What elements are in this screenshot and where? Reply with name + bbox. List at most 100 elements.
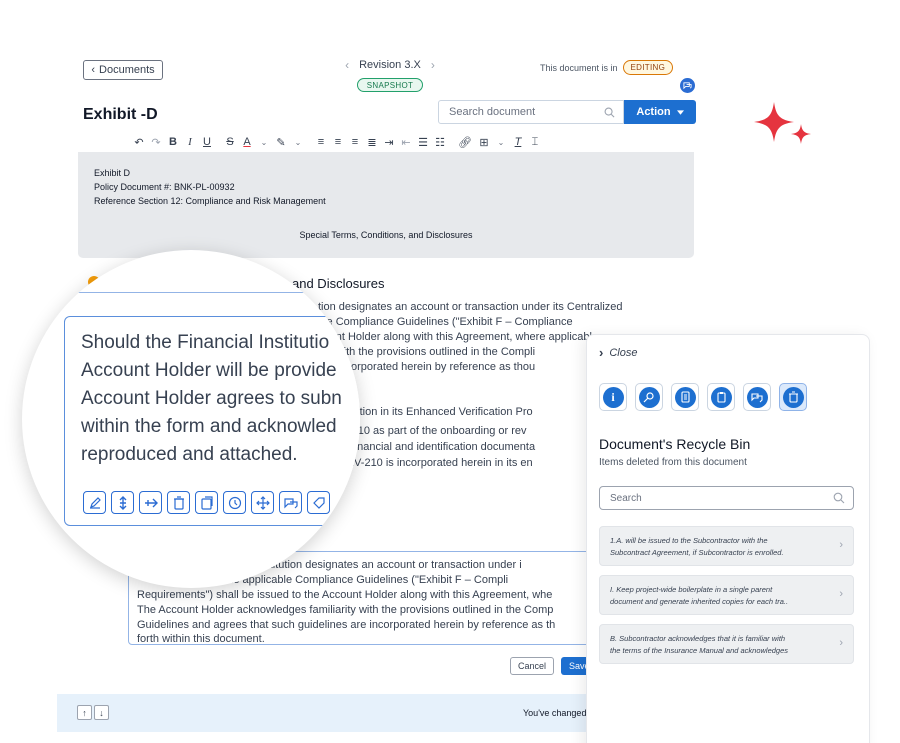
next-revision-icon[interactable]: › xyxy=(431,58,435,72)
chevron-down-icon[interactable]: ⌄ xyxy=(259,138,269,147)
action-label: Action xyxy=(636,106,671,118)
cancel-button[interactable]: Cancel xyxy=(510,657,554,675)
paragraph-line: tion designates an account or transactio… xyxy=(318,301,623,313)
zoom-line: within the form and acknowled xyxy=(81,416,337,437)
panel-title: Document's Recycle Bin xyxy=(599,436,751,452)
move-icon[interactable] xyxy=(251,491,274,514)
zoom-divider xyxy=(22,292,360,293)
document-status: This document is in EDITING xyxy=(540,60,674,75)
clause-line: forth within this document. xyxy=(137,633,265,645)
clause-line: The Account Holder acknowledges familiar… xyxy=(137,604,554,616)
clause-line: Guidelines and agrees that such guidelin… xyxy=(137,619,556,631)
tag-icon[interactable] xyxy=(307,491,330,514)
zoom-line: Account Holder agrees to subn xyxy=(81,388,342,409)
bin-item-text: I. Keep project-wide boilerplate in a si… xyxy=(610,585,773,594)
zoom-clause-card: Should the Financial Institutio Account … xyxy=(64,316,360,526)
panel-icon-tabs: i xyxy=(599,383,807,411)
document-editor[interactable]: Exhibit D Policy Document #: BNK-PL-0093… xyxy=(78,152,694,258)
numbered-list-icon[interactable]: ☷ xyxy=(435,136,445,149)
edit-icon[interactable] xyxy=(83,491,106,514)
clause-toolbar xyxy=(83,491,330,514)
changed-notice: You've changed xyxy=(523,708,587,718)
page-title: Exhibit -D xyxy=(83,106,158,123)
bullet-list-icon[interactable]: ☰ xyxy=(418,136,428,149)
arrow-up-icon[interactable]: ↑ xyxy=(77,705,92,720)
align-right-icon[interactable]: ≡ xyxy=(350,136,360,148)
revision-switcher: ‹ Revision 3.X › xyxy=(340,58,440,72)
editing-badge: EDITING xyxy=(622,60,674,75)
underline-icon[interactable]: U xyxy=(202,136,212,148)
recycle-bin-icon[interactable] xyxy=(779,383,807,411)
bin-item-text: B. Subcontractor acknowledges that it is… xyxy=(610,634,786,643)
link-icon[interactable]: 🔗︎ xyxy=(458,136,472,149)
section-heading: and Disclosures xyxy=(292,276,385,291)
bin-item-text: the terms of the Insurance Manual and ac… xyxy=(610,646,789,655)
bin-item-text: 1.A. will be issued to the Subcontractor… xyxy=(610,536,768,545)
insert-icon[interactable] xyxy=(111,491,134,514)
prev-revision-icon[interactable]: ‹ xyxy=(345,58,349,72)
recycle-bin-panel: › Close i Document's Recycle Bin Items d… xyxy=(586,334,870,743)
editor-center-heading: Special Terms, Conditions, and Disclosur… xyxy=(299,230,473,240)
documents-back-button[interactable]: ‹ Documents xyxy=(83,60,163,80)
search-key-icon[interactable] xyxy=(635,383,663,411)
recycle-bin-item[interactable]: 1.A. will be issued to the Subcontractor… xyxy=(599,526,854,566)
sparkles-icon xyxy=(754,102,811,144)
font-color-icon[interactable]: A xyxy=(242,136,252,148)
chevron-right-icon: › xyxy=(839,637,843,649)
copy-icon[interactable] xyxy=(195,491,218,514)
recycle-bin-search-input[interactable]: Search xyxy=(599,486,854,510)
document-icon[interactable] xyxy=(671,383,699,411)
chevron-right-icon: › xyxy=(839,539,843,551)
action-button[interactable]: Action xyxy=(624,100,696,124)
zoom-line: Account Holder will be provide xyxy=(81,360,337,381)
italic-icon[interactable]: I xyxy=(185,136,195,148)
clear-format-icon[interactable]: T xyxy=(513,136,523,148)
highlight-icon[interactable]: ✎ xyxy=(276,136,286,149)
arrow-down-icon[interactable]: ↓ xyxy=(94,705,109,720)
outdent-icon[interactable]: ⇤ xyxy=(401,136,411,149)
indent-icon[interactable]: ⇥ xyxy=(384,136,394,149)
strikethrough-icon[interactable]: S xyxy=(225,136,235,148)
comments-icon[interactable] xyxy=(680,78,695,93)
caret-down-icon xyxy=(676,109,684,115)
recycle-bin-item[interactable]: I. Keep project-wide boilerplate in a si… xyxy=(599,575,854,615)
chevron-down-icon[interactable]: ⌄ xyxy=(293,138,303,147)
panel-subtitle: Items deleted from this document xyxy=(599,457,747,468)
align-left-icon[interactable]: ≡ xyxy=(316,136,326,148)
align-justify-icon[interactable]: ≣ xyxy=(367,136,377,149)
move-right-icon[interactable] xyxy=(139,491,162,514)
search-document-input[interactable]: Search document xyxy=(438,100,624,124)
zoom-magnifier: Should the Financial Institutio Account … xyxy=(22,250,360,588)
info-icon[interactable]: i xyxy=(599,383,627,411)
paragraph-line: count Holder along with this Agreement, … xyxy=(318,331,602,343)
comments-icon[interactable] xyxy=(743,383,771,411)
recycle-bin-icon[interactable] xyxy=(167,491,190,514)
zoom-line: reproduced and attached. xyxy=(81,444,298,465)
undo-icon[interactable]: ↶ xyxy=(134,136,144,149)
chevron-down-icon[interactable]: ⌄ xyxy=(496,138,506,147)
bin-item-text: document and generate inherited copies f… xyxy=(610,597,789,606)
search-document-placeholder: Search document xyxy=(449,106,536,118)
history-icon[interactable] xyxy=(223,491,246,514)
search-icon xyxy=(604,107,615,117)
clipboard-icon[interactable] xyxy=(707,383,735,411)
align-center-icon[interactable]: ≡ xyxy=(333,136,343,148)
comment-icon[interactable] xyxy=(279,491,302,514)
bold-icon[interactable]: B xyxy=(168,136,178,148)
redo-icon[interactable]: ↷ xyxy=(151,136,161,149)
editor-line: Reference Section 12: Compliance and Ris… xyxy=(94,196,326,206)
revision-label: Revision 3.X xyxy=(359,59,421,71)
search-placeholder: Search xyxy=(610,492,642,504)
editor-toolbar: ↶ ↷ B I U S A ⌄ ✎ ⌄ ≡ ≡ ≡ ≣ ⇥ ⇤ ☰ ☷ 🔗︎ ⊞… xyxy=(78,132,694,152)
editor-line: Exhibit D xyxy=(94,168,131,178)
status-prefix: This document is in xyxy=(540,62,618,73)
close-label: Close xyxy=(609,346,638,359)
zoom-clause-text: Should the Financial Institutio Account … xyxy=(81,329,342,469)
table-icon[interactable]: ⊞ xyxy=(479,136,489,149)
chevron-left-icon: ‹ xyxy=(91,64,96,76)
clause-line: Requirements") shall be issued to the Ac… xyxy=(137,589,553,601)
page-break-icon[interactable]: ⌶ xyxy=(530,136,540,149)
close-panel-button[interactable]: › Close xyxy=(599,345,637,360)
recycle-bin-item[interactable]: B. Subcontractor acknowledges that it is… xyxy=(599,624,854,664)
chevron-right-icon: › xyxy=(839,588,843,600)
